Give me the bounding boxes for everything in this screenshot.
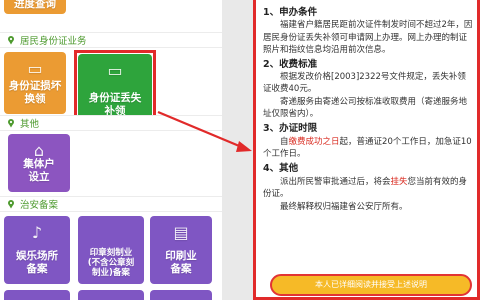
collective-household-tile[interactable]: ⌂ 集体户 设立 [8,134,70,192]
time-limit-text-a: 自 [280,136,289,147]
printing-industry-label: 印刷业 备案 [165,250,197,275]
section-heading-time-limit: 3、办证时限 [263,123,318,135]
printing-industry-tile[interactable]: ▤ 印刷业 备案 [150,216,212,284]
section-security: 治安备案 [0,196,222,212]
section-other-label: 其他 [20,119,40,130]
seal-engraving-label: 印章刻制业 (不含公章刻 制业)备案 [87,247,135,278]
fees-text: 根据发改价格[2003]2322号文件规定，丢失补领证收费40元。 [263,72,466,95]
section-heading-fees: 2、收费标准 [263,58,318,70]
progress-query-tile[interactable]: 进度查询 [4,0,66,14]
details-content: 1、申办条件 福建省户籍居民距前次证件制发时间不超过2年，因居民身份证丢失补领可… [263,4,473,214]
partial-tile-1[interactable] [4,290,70,300]
music-icon: ♪ [31,223,43,242]
collective-household-label: 集体户 设立 [23,158,55,183]
payment-success-highlight: 缴费成功之日 [288,136,340,147]
other-text-a: 派出所民警审批通过后，将会 [280,176,391,187]
id-damaged-replace-label: 身份证损坏 换领 [8,80,62,105]
final-interpretation-text: 最终解释权归福建省公安厅所有。 [280,201,408,212]
accept-terms-button[interactable]: 本人已详细阅读并接受上述说明 [270,274,472,296]
partial-tile-3[interactable] [150,290,212,300]
pin-icon [8,200,14,209]
seal-engraving-tile[interactable]: 印章刻制业 (不含公章刻 制业)备案 [78,216,144,284]
conditions-text: 福建省户籍居民距前次证件制发时间不超过2年，因居民身份证丢失补领可申请网上办理。… [263,20,473,55]
other-text: 派出所民警审批通过后，将会挂失您当前有效的身份证。 [263,176,473,200]
section-security-label: 治安备案 [20,200,59,211]
delivery-fee-text: 寄递服务由寄递公司按标准收取费用（寄递服务地址仅限省内）。 [263,97,468,120]
entertainment-venue-tile[interactable]: ♪ 娱乐场所 备案 [4,216,70,284]
entertainment-venue-label: 娱乐场所 备案 [16,250,58,275]
progress-query-label: 进度查询 [14,0,56,10]
id-card-icon: ▭ [27,59,43,78]
time-limit-text: 自缴费成功之日起，普通证20个工作日，加急证10个工作日。 [263,136,473,160]
section-other: 其他 [0,115,222,131]
report-loss-highlight: 挂失 [390,176,408,187]
id-damaged-replace-tile[interactable]: ▭ 身份证损坏 换领 [4,52,66,114]
section-resident-id: 居民身份证业务 [0,32,222,48]
pin-icon [8,36,14,45]
section-heading-other: 4、其他 [263,163,299,175]
section-resident-id-label: 居民身份证业务 [20,36,87,47]
pin-icon [8,119,14,128]
details-panel: 1、申办条件 福建省户籍居民距前次证件制发时间不超过2年，因居民身份证丢失补领可… [253,0,480,300]
service-menu-panel: 进度查询 居民身份证业务 ▭ 身份证损坏 换领 ▭ 身份证丢失 补领 其他 ⌂ … [0,0,222,300]
printer-icon: ▤ [173,223,189,242]
section-heading-conditions: 1、申办条件 [263,7,318,18]
house-icon: ⌂ [33,141,45,160]
partial-tile-2[interactable] [78,290,144,300]
